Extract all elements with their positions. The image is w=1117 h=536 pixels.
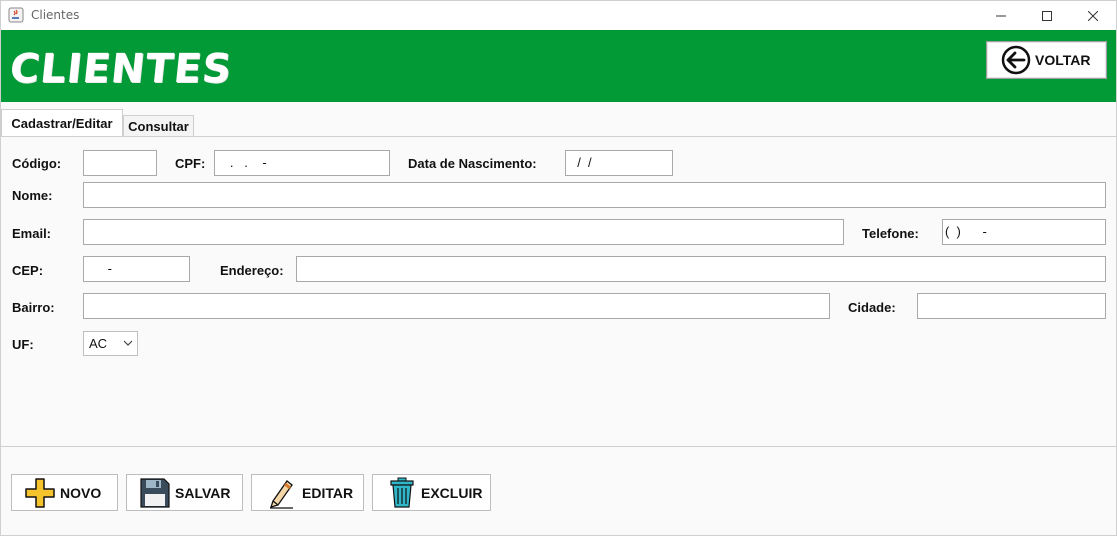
close-icon (1088, 10, 1098, 21)
trash-icon (390, 477, 414, 508)
page-title: CLIENTES (7, 46, 235, 92)
chevron-down-icon (123, 340, 133, 346)
title-bar: Clientes (1, 1, 1116, 30)
salvar-button-label: SALVAR (175, 484, 231, 501)
maximize-icon (1042, 10, 1052, 21)
telefone-field[interactable]: ( ) - (942, 219, 1106, 245)
header-banner: CLIENTES VOLTAR (1, 30, 1116, 102)
editar-button-label: EDITAR (302, 484, 354, 501)
tab-cadastrar-editar[interactable]: Cadastrar/Editar (1, 109, 123, 137)
pencil-icon (269, 479, 293, 509)
codigo-label: Código: (12, 156, 62, 171)
cep-label: CEP: (12, 263, 44, 278)
excluir-button[interactable]: EXCLUIR (372, 474, 491, 511)
novo-button[interactable]: NOVO (11, 474, 118, 511)
novo-button-label: NOVO (60, 484, 102, 501)
bairro-field[interactable] (83, 293, 830, 319)
email-field[interactable] (83, 219, 844, 245)
close-button[interactable] (1070, 1, 1116, 30)
endereco-field[interactable] (296, 256, 1106, 282)
nascimento-label: Data de Nascimento: (408, 156, 537, 171)
back-button-label: VOLTAR (1035, 52, 1091, 68)
arrow-left-circle-icon (1001, 45, 1031, 75)
nome-label: Nome: (12, 188, 53, 203)
endereco-label: Endereço: (220, 263, 284, 278)
back-button[interactable]: VOLTAR (986, 41, 1107, 79)
excluir-button-label: EXCLUIR (421, 484, 483, 501)
java-cup-icon (8, 7, 24, 23)
maximize-button[interactable] (1024, 1, 1070, 30)
plus-icon (25, 477, 55, 508)
email-label: Email: (12, 226, 52, 241)
cep-field[interactable]: - (83, 256, 190, 282)
minimize-icon (996, 15, 1006, 16)
minimize-button[interactable] (978, 1, 1024, 30)
bairro-label: Bairro: (12, 300, 55, 315)
telefone-label: Telefone: (862, 226, 919, 241)
cpf-field[interactable]: . . - (214, 150, 390, 176)
app-window: Clientes CLIENTES VOLTAR Cadastrar/Edita… (0, 0, 1117, 536)
codigo-field[interactable] (83, 150, 157, 176)
cpf-label: CPF: (175, 156, 206, 171)
uf-select-value: AC (89, 336, 108, 351)
tab-consultar[interactable]: Consultar (123, 115, 194, 137)
cidade-label: Cidade: (848, 300, 896, 315)
nascimento-field[interactable]: / / (565, 150, 673, 176)
nome-field[interactable] (83, 182, 1106, 208)
uf-label: UF: (12, 337, 34, 352)
editar-button[interactable]: EDITAR (251, 474, 364, 511)
floppy-disk-icon (140, 477, 170, 508)
salvar-button[interactable]: SALVAR (126, 474, 243, 511)
window-title: Clientes (31, 8, 80, 22)
cidade-field[interactable] (917, 293, 1106, 319)
uf-select[interactable]: AC (83, 331, 138, 356)
